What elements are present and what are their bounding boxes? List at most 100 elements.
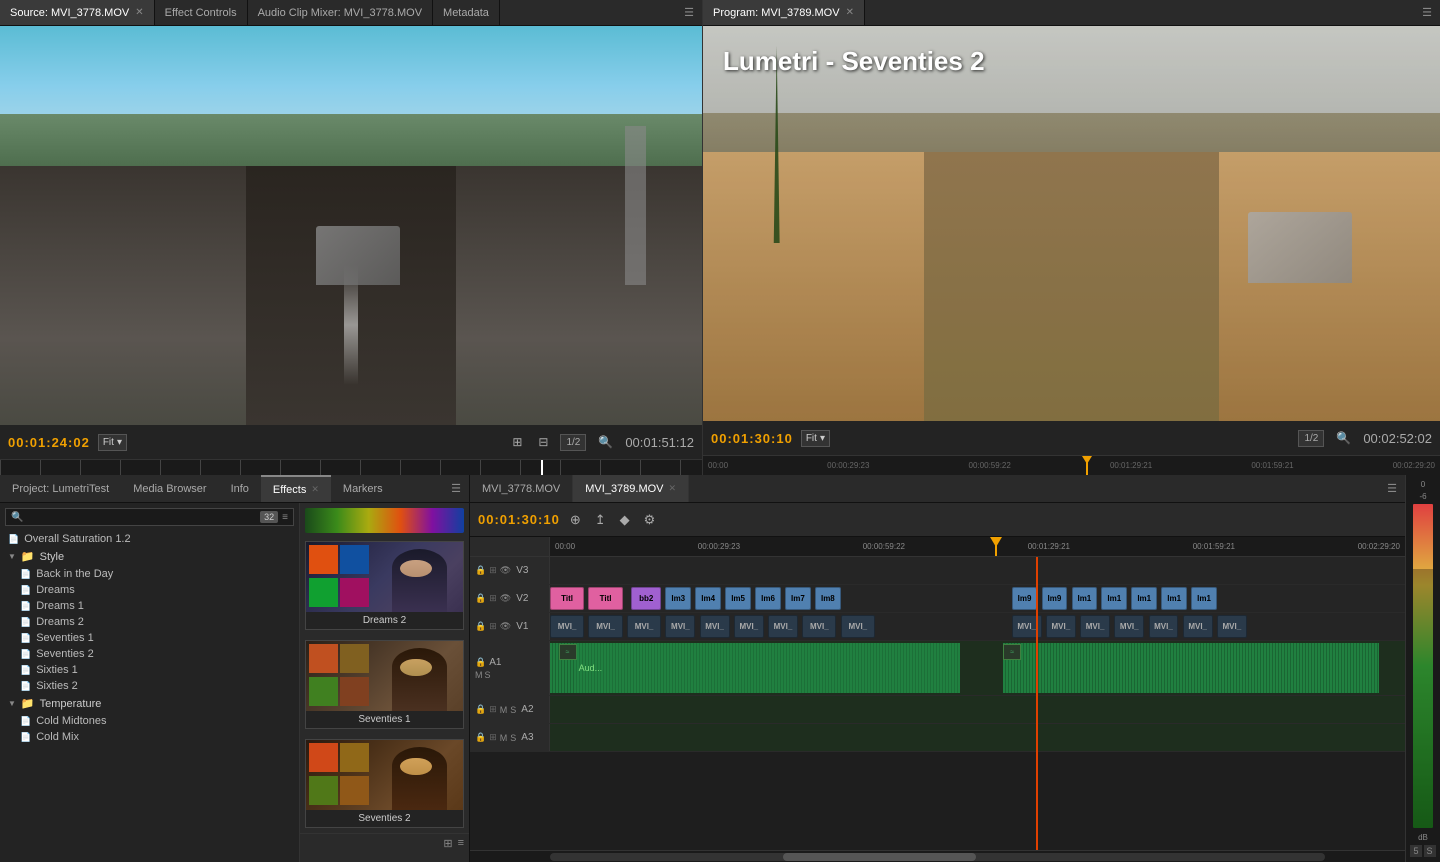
program-zoom-icon[interactable]: 🔍 xyxy=(1332,429,1355,447)
clip-bb2[interactable]: bb2 xyxy=(631,587,661,610)
track-v2-content[interactable]: Titl Titl bb2 Im3 Im4 Im5 Im6 Im7 Im8 Im… xyxy=(550,585,1405,612)
clip-im1-3[interactable]: Im1 xyxy=(1131,587,1157,610)
clip-im9-1[interactable]: Im9 xyxy=(1012,587,1038,610)
source-zoom-icon[interactable]: 🔍 xyxy=(594,433,617,451)
clip-mvi-4[interactable]: MVI_ xyxy=(665,615,695,638)
clip-mvi-6[interactable]: MVI_ xyxy=(734,615,764,638)
tab-metadata[interactable]: Metadata xyxy=(433,0,500,25)
source-fit-dropdown[interactable]: Fit ▾ xyxy=(98,434,127,451)
tab-source-mov[interactable]: Source: MVI_3778.MOV ✕ xyxy=(0,0,155,25)
tree-item-cold-midtones[interactable]: 📄 Cold Midtones xyxy=(0,713,299,729)
solo-icon[interactable]: S xyxy=(485,670,491,680)
tree-item-dreams[interactable]: 📄 Dreams xyxy=(0,582,299,598)
overwrite-button[interactable]: ⊟ xyxy=(534,433,552,451)
clip-im7[interactable]: Im7 xyxy=(785,587,811,610)
clip-mvi-5[interactable]: MVI_ xyxy=(700,615,730,638)
clip-im6[interactable]: Im6 xyxy=(755,587,781,610)
clip-title-2[interactable]: Titl xyxy=(588,587,622,610)
clip-mvi-11[interactable]: MVI_ xyxy=(1046,615,1076,638)
eye-icon[interactable]: 👁 xyxy=(500,565,511,576)
effects-search-input[interactable] xyxy=(27,511,256,523)
track-a2-content[interactable] xyxy=(550,696,1405,723)
tree-item-overall-saturation[interactable]: 📄 Overall Saturation 1.2 xyxy=(0,531,299,547)
program-panel-menu[interactable]: ☰ xyxy=(1414,6,1440,19)
clip-mvi-9[interactable]: MVI_ xyxy=(841,615,875,638)
tab-effects[interactable]: Effects ✕ xyxy=(261,475,331,502)
clip-mvi-8[interactable]: MVI_ xyxy=(802,615,836,638)
preset-seventies-2[interactable]: Seventies 2 xyxy=(305,739,464,828)
tab-effect-controls[interactable]: Effect Controls xyxy=(155,0,248,25)
tab-markers[interactable]: Markers xyxy=(331,475,395,502)
close-icon[interactable]: ✕ xyxy=(846,7,854,18)
marker-button[interactable]: ◆ xyxy=(616,510,634,530)
mute-icon[interactable]: M xyxy=(500,733,508,743)
tree-item-back-in-day[interactable]: 📄 Back in the Day xyxy=(0,566,299,582)
insert-button[interactable]: ⊞ xyxy=(508,433,526,451)
settings-button[interactable]: ⚙ xyxy=(640,510,660,530)
track-a3-content[interactable] xyxy=(550,724,1405,751)
effects-search-bar[interactable]: 🔍 32 ≡ xyxy=(5,508,294,526)
preset-seventies-1[interactable]: Seventies 1 xyxy=(305,640,464,729)
tab-timeline-mov1[interactable]: MVI_3778.MOV xyxy=(470,475,573,502)
clip-title-1[interactable]: Titl xyxy=(550,587,584,610)
mute-icon[interactable]: M xyxy=(475,670,483,680)
tree-item-sixties-1[interactable]: 📄 Sixties 1 xyxy=(0,662,299,678)
clip-im1-2[interactable]: Im1 xyxy=(1101,587,1127,610)
tree-item-cold-mix[interactable]: 📄 Cold Mix xyxy=(0,729,299,745)
program-fit-dropdown[interactable]: Fit ▾ xyxy=(801,430,830,447)
clip-mvi-1[interactable]: MVI_ xyxy=(550,615,584,638)
track-v3-content[interactable] xyxy=(550,557,1405,584)
clip-im9-2[interactable]: Im9 xyxy=(1042,587,1068,610)
clip-mvi-13[interactable]: MVI_ xyxy=(1114,615,1144,638)
tree-item-dreams-2[interactable]: 📄 Dreams 2 xyxy=(0,614,299,630)
close-icon[interactable]: ✕ xyxy=(311,484,319,495)
eye-icon[interactable]: 👁 xyxy=(500,593,511,604)
eye-icon[interactable]: 👁 xyxy=(500,621,511,632)
clip-mvi-12[interactable]: MVI_ xyxy=(1080,615,1110,638)
solo-icon[interactable]: S xyxy=(510,705,516,715)
preset-apply-icon[interactable]: ⊞ xyxy=(443,837,452,850)
source-panel-menu[interactable]: ☰ xyxy=(676,6,702,19)
tree-item-dreams-1[interactable]: 📄 Dreams 1 xyxy=(0,598,299,614)
clip-mvi-16[interactable]: MVI_ xyxy=(1217,615,1247,638)
meter-5-button[interactable]: 5 xyxy=(1410,845,1421,857)
meter-s-button[interactable]: S xyxy=(1424,845,1436,857)
tab-info[interactable]: Info xyxy=(219,475,261,502)
clip-im1-5[interactable]: Im1 xyxy=(1191,587,1217,610)
program-timebar[interactable]: 00:00 00:00:29:23 00:00:59:22 00:01:29:2… xyxy=(703,455,1440,475)
lift-button[interactable]: ↥ xyxy=(591,510,610,530)
tree-item-sixties-2[interactable]: 📄 Sixties 2 xyxy=(0,678,299,694)
source-timebar[interactable] xyxy=(0,459,702,475)
timeline-scrollbar[interactable] xyxy=(470,850,1405,862)
scrollbar-track[interactable] xyxy=(550,853,1325,861)
clip-mvi-15[interactable]: MVI_ xyxy=(1183,615,1213,638)
preset-dreams-2[interactable]: Dreams 2 xyxy=(305,541,464,630)
track-v1-content[interactable]: MVI_ MVI_ MVI_ MVI_ MVI_ MVI_ MVI_ MVI_ … xyxy=(550,613,1405,640)
timeline-ruler[interactable]: 00:00 00:00:29:23 00:00:59:22 00:01:29:2… xyxy=(550,537,1405,556)
clip-im4[interactable]: Im4 xyxy=(695,587,721,610)
preset-options-icon[interactable]: ≡ xyxy=(458,837,464,850)
clip-mvi-2[interactable]: MVI_ xyxy=(588,615,622,638)
clip-mvi-3[interactable]: MVI_ xyxy=(627,615,661,638)
audio-clip-label[interactable]: Aud... xyxy=(576,643,961,693)
tab-timeline-mov2[interactable]: MVI_3789.MOV ✕ xyxy=(573,475,689,502)
clip-mvi-10[interactable]: MVI_ xyxy=(1012,615,1042,638)
tab-project[interactable]: Project: LumetriTest xyxy=(0,475,121,502)
track-a1-content[interactable]: ≈ Aud... ≈ xyxy=(550,641,1405,695)
panel-menu-icon[interactable]: ☰ xyxy=(443,482,469,495)
clip-mvi-14[interactable]: MVI_ xyxy=(1149,615,1179,638)
mute-icon[interactable]: M xyxy=(500,705,508,715)
tab-media-browser[interactable]: Media Browser xyxy=(121,475,218,502)
clip-im3[interactable]: Im3 xyxy=(665,587,691,610)
close-icon[interactable]: ✕ xyxy=(135,7,143,18)
clip-mvi-7[interactable]: MVI_ xyxy=(768,615,798,638)
tree-item-seventies-2[interactable]: 📄 Seventies 2 xyxy=(0,646,299,662)
clip-im1-1[interactable]: Im1 xyxy=(1072,587,1098,610)
clip-im8[interactable]: Im8 xyxy=(815,587,841,610)
scrollbar-thumb[interactable] xyxy=(783,853,977,861)
tab-program[interactable]: Program: MVI_3789.MOV ✕ xyxy=(703,0,865,25)
clip-im1-4[interactable]: Im1 xyxy=(1161,587,1187,610)
clip-im5[interactable]: Im5 xyxy=(725,587,751,610)
tree-section-temperature[interactable]: ▼ 📁 Temperature xyxy=(0,694,299,713)
tab-audio-clip-mixer[interactable]: Audio Clip Mixer: MVI_3778.MOV xyxy=(248,0,433,25)
